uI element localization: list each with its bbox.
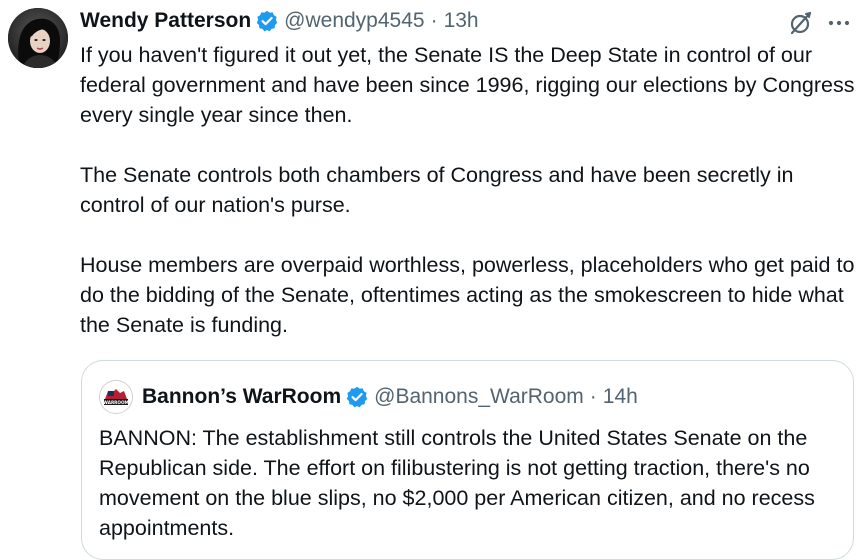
quoted-header-separator: · <box>589 385 597 408</box>
verified-badge-icon[interactable] <box>346 386 368 408</box>
quoted-tweet-header: WARROOM Bannon’s WarRoom @Bannons_WarRoo… <box>99 379 638 415</box>
header-separator: · <box>430 9 438 32</box>
quoted-author-handle[interactable]: @Bannons_WarRoom <box>374 385 584 409</box>
tweet-header: Wendy Patterson @wendyp4545 · 13h <box>80 6 479 36</box>
warroom-logo-text: WARROOM <box>103 400 128 405</box>
tweet-paragraph-3: House members are overpaid worthless, po… <box>80 253 855 337</box>
author-handle[interactable]: @wendyp4545 <box>284 9 424 33</box>
verified-badge-icon[interactable] <box>256 10 278 32</box>
author-avatar[interactable] <box>8 8 68 68</box>
tweet-paragraph-2: The Senate controls both chambers of Con… <box>80 163 794 217</box>
tweet-paragraph-1: If you haven't figured it out yet, the S… <box>80 43 855 127</box>
quoted-tweet-text: BANNON: The establishment still controls… <box>99 426 815 540</box>
quoted-author-avatar[interactable]: WARROOM <box>99 380 133 414</box>
quoted-author-name[interactable]: Bannon’s WarRoom <box>142 385 341 409</box>
author-avatar-image <box>8 8 68 68</box>
author-name[interactable]: Wendy Patterson <box>80 9 251 33</box>
tweet-timestamp[interactable]: 13h <box>444 9 479 33</box>
more-options-icon[interactable] <box>826 10 852 36</box>
grok-icon[interactable] <box>788 10 814 36</box>
quoted-tweet-timestamp[interactable]: 14h <box>603 385 638 409</box>
quoted-tweet[interactable]: WARROOM Bannon’s WarRoom @Bannons_WarRoo… <box>81 360 854 560</box>
warroom-logo-icon: WARROOM <box>100 381 132 413</box>
tweet-text: If you haven't figured it out yet, the S… <box>80 40 855 370</box>
tweet[interactable]: Wendy Patterson @wendyp4545 · 13h If you… <box>0 0 861 560</box>
